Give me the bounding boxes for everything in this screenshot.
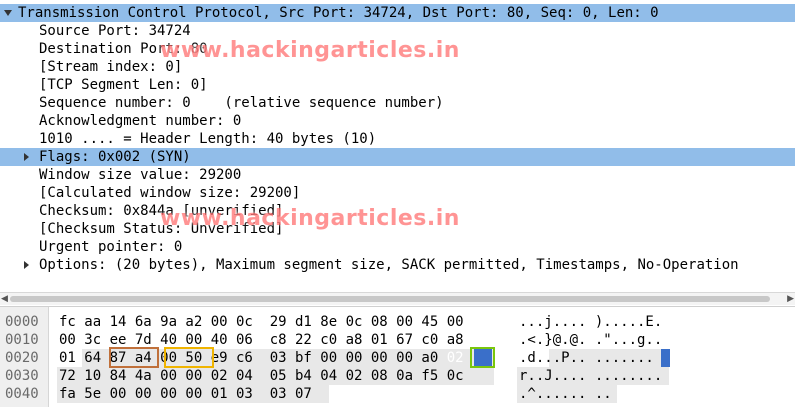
offset-label: 0000 (5, 314, 39, 330)
ascii-row[interactable]: .^...... .. (519, 385, 612, 403)
offset-label: 0030 (5, 368, 39, 384)
tree-row-label: Sequence number: 0 (relative sequence nu… (39, 95, 444, 111)
scroll-left-icon[interactable]: ◀ (1, 294, 8, 304)
tree-row-label: Options: (20 bytes), Maximum segment siz… (39, 257, 739, 273)
offset-label: 0020 (5, 350, 39, 366)
tree-row-label: Window size value: 29200 (39, 167, 242, 183)
destination-port-box (164, 347, 214, 368)
tree-row-flags[interactable]: Flags: 0x002 (SYN) (0, 148, 795, 166)
tree-row-label: [TCP Segment Len: 0] (39, 77, 208, 93)
offset-column: 0000 0010 0020 0030 0040 (0, 307, 49, 407)
offset-label: 0040 (5, 386, 39, 402)
packet-details-pane: Transmission Control Protocol, Src Port:… (0, 0, 795, 292)
scroll-right-icon[interactable]: ▶ (787, 294, 794, 304)
hex-row[interactable]: 72 10 84 4a 00 00 02 04 05 b4 04 02 08 0… (59, 367, 464, 385)
tree-row-options[interactable]: Options: (20 bytes), Maximum segment siz… (0, 256, 795, 274)
watermark: www.hackingarticles.in (160, 38, 460, 63)
chevron-right-icon[interactable] (19, 148, 33, 166)
ascii-row[interactable]: ...j.... ).....E. (519, 313, 662, 331)
hex-row[interactable]: fa 5e 00 00 00 00 01 03 03 07 (59, 385, 312, 403)
packet-bytes-pane: 0000 0010 0020 0030 0040 fc aa 14 6a 9a … (0, 306, 795, 407)
tree-row-label: 1010 .... = Header Length: 40 bytes (10) (39, 131, 377, 147)
tree-row-tcp[interactable]: Transmission Control Protocol, Src Port:… (0, 4, 795, 22)
scrollbar-thumb[interactable] (10, 296, 770, 302)
offset-label: 0010 (5, 332, 39, 348)
ascii-row[interactable]: .<.}@.@. ."...g.. (519, 331, 662, 349)
ascii-row[interactable]: .d...P.. ....... (519, 349, 654, 367)
hex-row[interactable]: fc aa 14 6a 9a a2 00 0c 29 d1 8e 0c 08 0… (59, 313, 464, 331)
horizontal-scrollbar[interactable]: ◀ ▶ (0, 292, 795, 305)
tree-row-label: Acknowledgment number: 0 (39, 113, 242, 129)
ascii-row[interactable]: r..J.... ........ (519, 367, 662, 385)
flags-byte[interactable]: 02 (447, 350, 464, 366)
source-port-box (109, 347, 159, 368)
flags-byte-box (470, 347, 495, 368)
tree-row-label: [Calculated window size: 29200] (39, 185, 301, 201)
ascii-flag-highlight (661, 349, 670, 367)
tree-row-label: Flags: 0x002 (SYN) (39, 149, 191, 165)
chevron-down-icon[interactable] (1, 4, 15, 22)
watermark: www.hackingarticles.in (160, 206, 460, 231)
tree-row-label: Transmission Control Protocol, Src Port:… (18, 5, 659, 21)
chevron-right-icon[interactable] (19, 256, 33, 274)
tree-row-label: Urgent pointer: 0 (39, 239, 183, 255)
